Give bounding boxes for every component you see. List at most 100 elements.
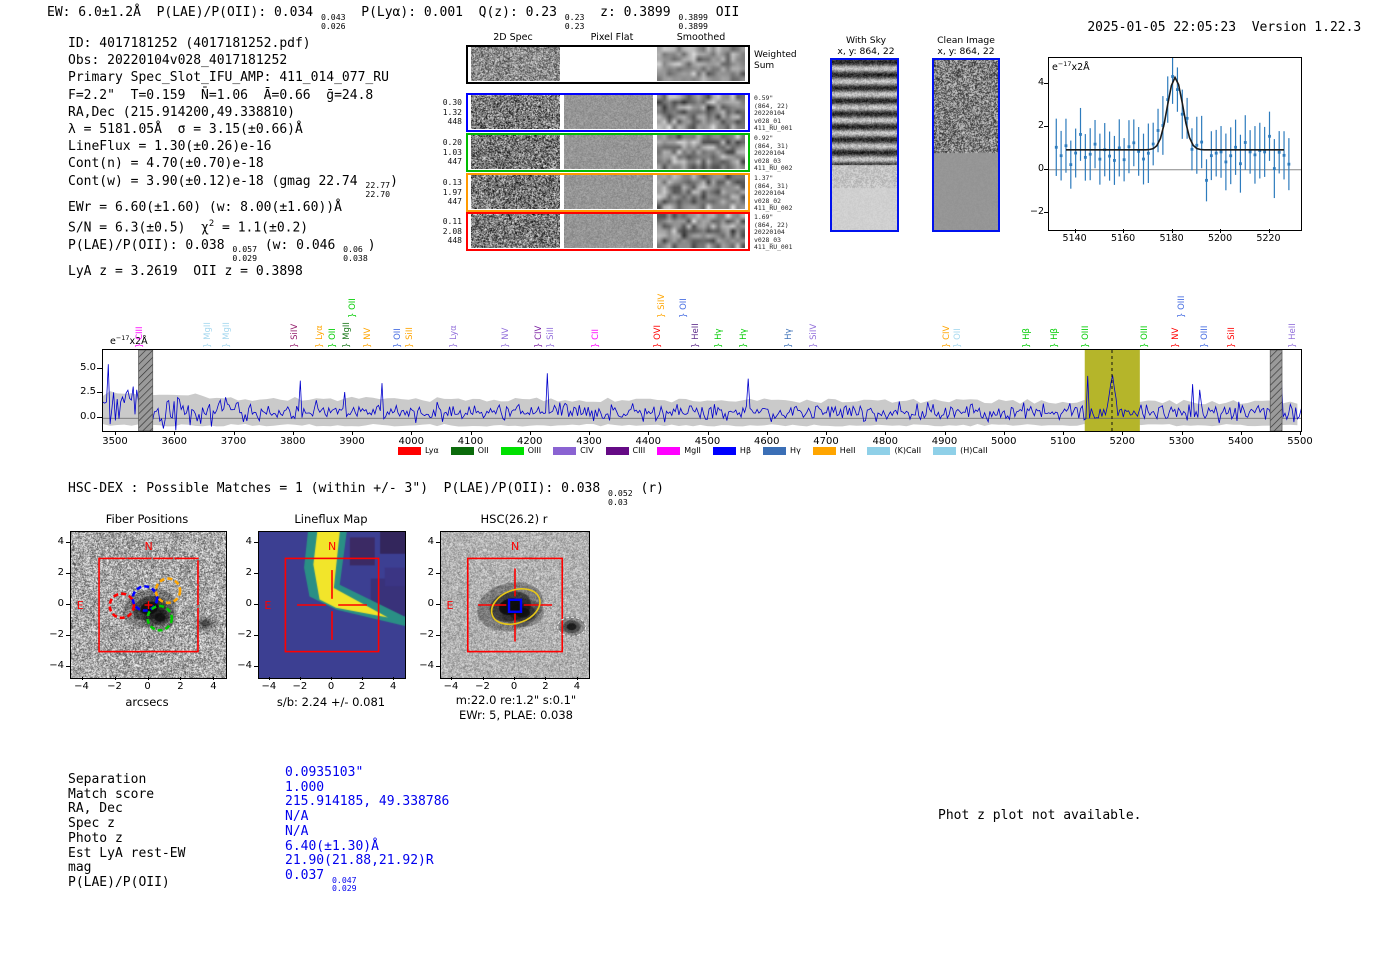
spectral-line-label: } OII — [953, 328, 964, 348]
text-segment: EWr = 6.60(±1.60) (w: 8.00(±1.60))Å — [68, 200, 342, 216]
col-header-2dspec: 2D Spec — [493, 32, 533, 43]
legend-item: HeII — [812, 446, 855, 455]
text-segment: N/A — [285, 823, 309, 839]
spectrum-legend: Lyα OII OIII CIV CIII MgII Hβ Hγ HeII (K)CaII (H)C… — [398, 446, 988, 455]
match-row-value: 215.914185, 49.338786 — [285, 795, 449, 810]
hsc-xlabel2: EWr: 5, PLAE: 0.038 — [459, 708, 573, 722]
legend-label: CIV — [580, 446, 594, 455]
thumb-y-tick: −4 — [237, 660, 252, 672]
hi-lo-uncertainty: 0.3899 0.3899 — [678, 11, 708, 31]
spectral-line-label: } CII — [591, 328, 602, 348]
text-segment: Primary Spec_Slot_IFU_AMP: 411_014_077_R… — [68, 70, 389, 86]
spectral-line-label: } SiIV — [657, 293, 668, 318]
fiber-weight-labels: 0.11 2.08 448 — [442, 217, 462, 246]
legend-label: OII — [477, 446, 489, 455]
legend-label: (K)CaII — [894, 446, 922, 455]
thumb-x-tick: 2 — [177, 681, 184, 692]
tick-mark — [514, 677, 515, 680]
elixer-report: EW: 6.0±1.2Å P(LAE)/P(OII): 0.034 0.043 0… — [0, 0, 1400, 953]
spectrum-y-tick: 5.0 — [80, 361, 96, 373]
thumb-x-tick: 2 — [542, 681, 549, 692]
svg-text:E: E — [447, 599, 454, 612]
thumb-x-tick: 4 — [573, 681, 581, 692]
spec2d-cell — [657, 175, 745, 209]
info-line: ID: 4017181252 (4017181252.pdf) — [68, 35, 398, 52]
text-segment: Cont(n) = 4.70(±0.70)e-18 — [68, 156, 264, 172]
tick-mark — [451, 677, 453, 680]
spec2d-cell — [471, 175, 560, 209]
legend-swatch — [553, 446, 577, 455]
text-segment: 215.914185, 49.338786 — [285, 794, 450, 810]
legend-swatch — [657, 446, 681, 455]
tick-mark — [436, 572, 440, 574]
legend-swatch — [933, 446, 957, 455]
text-segment: RA,Dec (215.914200,49.338810) — [68, 104, 295, 120]
tick-mark — [482, 677, 484, 680]
match-row-value: 21.90(21.88,21.92)R — [285, 853, 449, 869]
thumb-y-tick: −2 — [419, 629, 434, 641]
full-spectrum-canvas — [102, 349, 1304, 432]
thumb-y-tick: 4 — [57, 535, 64, 547]
legend-swatch — [812, 446, 836, 455]
text-segment: 6.40(±1.30)Å — [285, 838, 379, 854]
spectral-line-label: } OII — [393, 328, 404, 348]
spec2d-cell — [657, 47, 745, 81]
clean-cutout — [932, 58, 1000, 232]
thumb-x-tick: 0 — [510, 681, 518, 692]
tick-mark — [233, 431, 235, 435]
spectral-line-label: } SiII — [1227, 327, 1238, 348]
text-segment: = 1.1(±0.2) — [214, 220, 309, 236]
spectral-line-label: } OII — [327, 328, 338, 348]
withsky-title: With Sky — [845, 35, 887, 46]
spec2d-cell — [657, 95, 745, 129]
tick-mark — [1240, 431, 1242, 435]
info-line: Obs: 20220104v028_4017181252 — [68, 52, 398, 69]
thumb-y-tick: −4 — [419, 660, 434, 672]
match-row-label: Match score — [68, 786, 155, 802]
tick-mark — [411, 431, 413, 435]
tick-mark — [97, 417, 102, 419]
line-fit-canvas — [1049, 49, 1301, 202]
hsc-overlay: NE — [447, 540, 587, 653]
text-segment: (r) — [632, 481, 665, 496]
fiber-id-labels: 0.92" (864, 31) 20220104 v028_03 411_RU_002 — [754, 134, 793, 172]
tick-mark — [1003, 431, 1005, 435]
thumb-x-tick: −2 — [475, 681, 490, 692]
spectrum-x-tick: 3500 — [102, 436, 128, 447]
detection-info-block: ID: 4017181252 (4017181252.pdf) Obs: 2022… — [68, 35, 398, 280]
match-row-value: N/A — [285, 823, 449, 840]
text-segment: 0.037 — [285, 867, 332, 883]
thumb-x-tick: 0 — [327, 681, 335, 692]
clean-image — [934, 60, 998, 230]
spectrum-x-tick: 5100 — [1050, 436, 1076, 447]
spectral-line-label: } CIV — [941, 325, 952, 348]
full-spectrum-plot — [102, 349, 1304, 432]
match-table-labels: Separation Match score RA, Dec Spec z Photo … — [68, 772, 185, 891]
match-row-label: mag — [68, 860, 92, 876]
thumb-y-tick: 0 — [245, 598, 252, 609]
spectrum-x-tick: 5200 — [1109, 436, 1135, 447]
thumb-x-tick: −4 — [443, 681, 459, 692]
spectrum-x-tick: 3700 — [220, 436, 247, 447]
text-segment: ) — [367, 237, 376, 253]
hscdex-match-line: HSC-DEX : Possible Matches = 1 (within +… — [68, 481, 664, 506]
spec2d-cell — [564, 175, 653, 209]
spec2d-cell — [564, 135, 653, 169]
tick-mark — [1171, 229, 1173, 233]
fiber-weight-labels: 0.13 1.97 447 — [442, 178, 462, 207]
info-line: LyA z = 3.2619 OII z = 0.3898 — [68, 263, 398, 280]
report-meta: 2025-01-05 22:05:23 Version 1.22.3 — [1056, 5, 1361, 50]
spectral-line-label: } Hγ — [713, 328, 724, 348]
hsc-plot: NE — [440, 531, 590, 679]
text-segment: N/A — [285, 809, 309, 825]
text-segment: (w: 0.046 — [257, 237, 344, 253]
info-line: P(LAE)/P(OII): 0.038 0.057 0.029 (w: 0.04… — [68, 237, 398, 263]
tick-mark — [766, 431, 768, 435]
inset-x-tick: 5140 — [1062, 233, 1087, 244]
legend-item: CIII — [605, 446, 645, 455]
text-segment: Obs: 20220104v028_4017181252 — [68, 53, 288, 69]
spec2d-cell — [657, 135, 745, 169]
inset-y-tick: −2 — [1029, 205, 1044, 217]
spectral-line-label: } CIV — [534, 325, 545, 348]
version-label: Version 1.22.3 — [1251, 20, 1362, 35]
